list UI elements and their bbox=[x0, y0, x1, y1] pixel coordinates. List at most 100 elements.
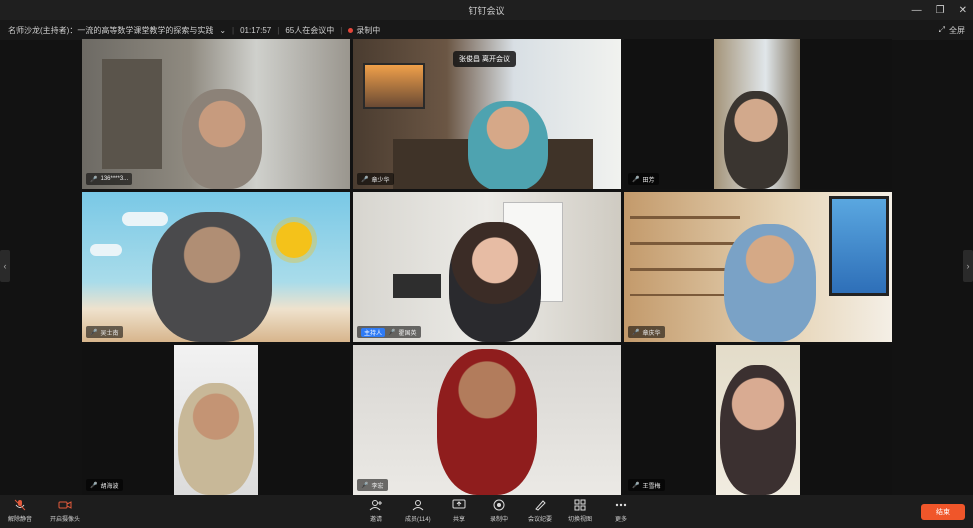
participant-name: 胡海波 bbox=[100, 483, 119, 490]
participant-name: 章少华 bbox=[371, 177, 390, 184]
participant-name: 田芳 bbox=[642, 177, 655, 184]
layout-button[interactable]: 切换视图 bbox=[568, 499, 592, 523]
participant-name-tag: 主持人 🎤 霍国英 bbox=[357, 326, 421, 338]
mic-icon: 🎤 bbox=[632, 482, 640, 489]
members-button[interactable]: 成员(114) bbox=[405, 499, 431, 523]
fullscreen-icon: ⤢ bbox=[938, 25, 945, 34]
minutes-icon bbox=[535, 500, 546, 511]
minutes-label: 会议纪要 bbox=[528, 517, 553, 523]
mic-icon: 🎤 bbox=[388, 329, 396, 336]
divider: | bbox=[340, 25, 343, 35]
participant-name-tag: 🎤 王雪梅 bbox=[628, 479, 665, 491]
doorway bbox=[102, 59, 162, 169]
end-meeting-button[interactable]: 结束 bbox=[921, 504, 965, 520]
invite-button[interactable]: 邀请 bbox=[369, 499, 383, 523]
participant-name-tag: 🎤 136****3... bbox=[86, 173, 133, 185]
minutes-button[interactable]: 会议纪要 bbox=[528, 499, 552, 523]
participant-video bbox=[724, 91, 788, 189]
window-controls: — ❐ ✕ bbox=[912, 0, 967, 20]
members-label: 成员(114) bbox=[405, 517, 431, 523]
participant-name-tag: 🎤 章庆华 bbox=[628, 326, 665, 338]
layout-label: 切换视图 bbox=[568, 517, 593, 523]
mic-icon: 🎤 bbox=[361, 482, 369, 489]
participant-video bbox=[724, 224, 816, 342]
camera-button[interactable]: 开启摄像头 bbox=[50, 499, 80, 523]
video-grid: 🎤 136****3... 张俊昌 离开会议 🎤 章少华 🎤 田芳 🎤 吴士南 bbox=[82, 39, 892, 495]
record-label: 录制中 bbox=[490, 517, 509, 523]
video-tile[interactable]: 张俊昌 离开会议 🎤 章少华 bbox=[353, 39, 621, 189]
share-label: 共享 bbox=[452, 517, 465, 523]
mic-icon: 🎤 bbox=[90, 482, 98, 489]
host-badge: 主持人 bbox=[361, 327, 386, 337]
sun-icon bbox=[276, 222, 312, 258]
window-title: 钉钉会议 bbox=[468, 5, 505, 16]
fullscreen-button[interactable]: ⤢ 全屏 bbox=[939, 20, 965, 40]
video-tile[interactable]: 主持人 🎤 霍国英 bbox=[353, 192, 621, 342]
meeting-title[interactable]: 名师沙龙(主持者)：一流的高等数学课堂教学的探索与实践 bbox=[8, 25, 213, 36]
window-pane bbox=[829, 196, 889, 296]
fullscreen-label: 全屏 bbox=[949, 25, 965, 35]
video-tile[interactable]: 🎤 章庆华 bbox=[624, 192, 892, 342]
mic-icon: 🎤 bbox=[90, 176, 98, 183]
mic-muted-icon bbox=[14, 499, 26, 511]
cloud-icon bbox=[122, 212, 168, 226]
camera-off-icon bbox=[58, 501, 72, 509]
members-icon bbox=[412, 500, 424, 511]
next-page-arrow[interactable]: › bbox=[963, 250, 973, 282]
meeting-info-bar: 名师沙龙(主持者)：一流的高等数学课堂教学的探索与实践 ⌄ | 01:17:57… bbox=[0, 20, 973, 40]
participant-video bbox=[437, 349, 537, 495]
video-tile[interactable]: 🎤 136****3... bbox=[82, 39, 350, 189]
participant-video bbox=[720, 365, 796, 495]
participant-video bbox=[449, 222, 541, 342]
video-tile[interactable]: 🎤 吴士南 bbox=[82, 192, 350, 342]
video-tile[interactable]: 🎤 李宏 bbox=[353, 345, 621, 495]
more-icon bbox=[615, 503, 627, 507]
close-icon[interactable]: ✕ bbox=[959, 5, 967, 16]
share-button[interactable]: 共享 bbox=[452, 499, 466, 523]
participant-name-tag: 🎤 吴士南 bbox=[86, 326, 123, 338]
participant-name-tag: 🎤 田芳 bbox=[628, 173, 659, 185]
video-tile[interactable]: 🎤 胡海波 bbox=[82, 345, 350, 495]
monitor bbox=[393, 274, 441, 298]
share-screen-icon bbox=[452, 499, 466, 509]
camera-button-label: 开启摄像头 bbox=[50, 517, 81, 523]
video-tile[interactable]: 🎤 田芳 bbox=[624, 39, 892, 189]
title-bar: 钉钉会议 — ❐ ✕ bbox=[0, 0, 973, 20]
more-label: 更多 bbox=[614, 517, 627, 523]
participant-video bbox=[178, 383, 254, 495]
prev-page-arrow[interactable]: ‹ bbox=[0, 250, 10, 282]
participant-name: 章庆华 bbox=[642, 330, 661, 337]
mic-icon: 🎤 bbox=[361, 176, 369, 183]
participant-video bbox=[182, 89, 262, 189]
chevron-left-icon: ‹ bbox=[3, 261, 7, 271]
chevron-down-icon[interactable]: ⌄ bbox=[219, 26, 226, 35]
recording-dot-icon bbox=[348, 27, 354, 33]
participant-name-tag: 🎤 胡海波 bbox=[86, 479, 123, 491]
mic-button[interactable]: 解除静音 bbox=[8, 499, 32, 523]
divider: | bbox=[277, 25, 280, 35]
more-button[interactable]: 更多 bbox=[614, 499, 628, 523]
participant-video bbox=[152, 212, 272, 342]
video-tile[interactable]: 🎤 王雪梅 bbox=[624, 345, 892, 495]
participants-status: 65人在会议中 bbox=[285, 25, 335, 35]
participant-name-tag: 🎤 章少华 bbox=[357, 173, 394, 185]
chevron-right-icon: › bbox=[966, 261, 970, 271]
restore-icon[interactable]: ❐ bbox=[936, 5, 945, 16]
recording-status: 录制中 bbox=[348, 25, 380, 36]
recording-label: 录制中 bbox=[356, 25, 381, 35]
participant-name: 王雪梅 bbox=[642, 483, 661, 490]
mic-icon: 🎤 bbox=[632, 176, 640, 183]
participant-name: 霍国英 bbox=[398, 330, 417, 337]
record-button[interactable]: 录制中 bbox=[490, 499, 508, 523]
minimize-icon[interactable]: — bbox=[912, 5, 922, 16]
participant-name-tag: 🎤 李宏 bbox=[357, 479, 388, 491]
participant-name: 李宏 bbox=[371, 483, 384, 490]
record-icon bbox=[493, 499, 505, 511]
mic-button-label: 解除静音 bbox=[8, 517, 33, 523]
add-user-icon bbox=[369, 500, 382, 511]
wall-painting bbox=[363, 63, 425, 109]
meeting-toolbar: 解除静音 开启摄像头 邀请 成员(114) 共享 录制中 会议纪要 切换视图 更… bbox=[0, 495, 973, 528]
participant-name: 吴士南 bbox=[100, 330, 119, 337]
notification-toast: 张俊昌 离开会议 bbox=[453, 51, 516, 67]
divider: | bbox=[232, 25, 235, 35]
